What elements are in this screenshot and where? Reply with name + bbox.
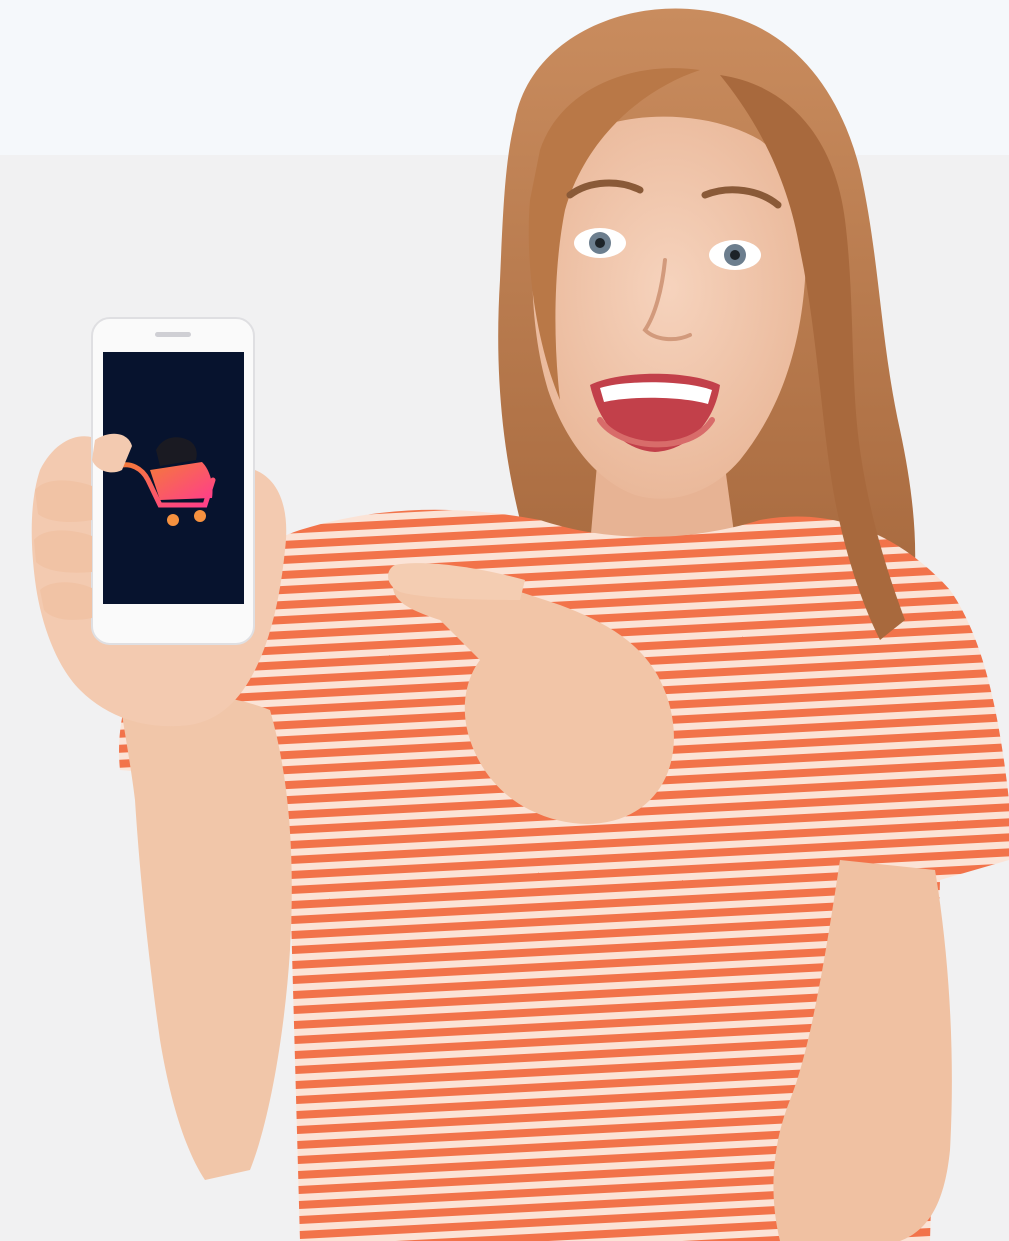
- phone-speaker: [155, 332, 191, 337]
- left-arm: [120, 693, 292, 1180]
- photo-scene: [0, 0, 1009, 1241]
- fingers: [34, 480, 92, 620]
- woman-holding-phone-illustration: [31, 8, 1009, 1241]
